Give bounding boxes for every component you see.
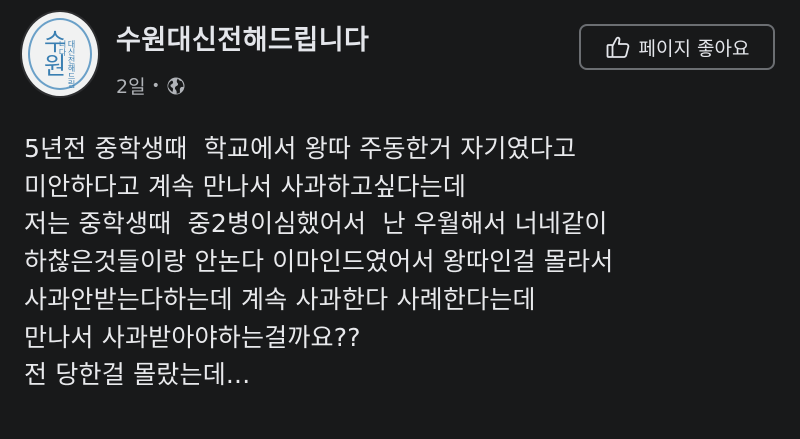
- message-line: 미안하다고 계속 만나서 사과하고싶다는데: [24, 171, 467, 201]
- post-message: 5년전 중학생때 학교에서 왕따 주동한거 자기였다고 미안하다고 계속 만나서…: [24, 130, 784, 394]
- message-line: 만나서 사과받아야하는걸까요??: [24, 322, 361, 352]
- like-page-label: 페이지 좋아요: [638, 37, 750, 60]
- globe-icon: [167, 77, 185, 94]
- facebook-post: 수원 대신전해드립니다 수원대신전해드립니다 2일 • 페이지 좋아요 5년전 …: [0, 0, 800, 439]
- page-avatar[interactable]: 수원 대신전해드립니다: [20, 10, 100, 98]
- message-line: 하찮은것들이랑 안논다 이마인드였어서 왕따인걸 몰라서: [24, 247, 614, 277]
- message-line: 전 당한걸 몰랐는데...: [24, 360, 251, 390]
- page-name[interactable]: 수원대신전해드립니다: [116, 18, 369, 57]
- like-page-button[interactable]: 페이지 좋아요: [579, 24, 775, 70]
- message-line: 5년전 중학생때 학교에서 왕따 주동한거 자기였다고: [24, 134, 577, 163]
- avatar-logo-ring: 수원 대신전해드립니다: [28, 18, 92, 90]
- message-line: 저는 중학생때 중2병이심했어서 난 우월해서 너네같이: [24, 209, 608, 239]
- thumbs-up-icon: [606, 36, 629, 58]
- post-timestamp[interactable]: 2일: [116, 72, 146, 99]
- meta-separator: •: [151, 77, 160, 94]
- post-meta: 2일 •: [116, 72, 186, 99]
- avatar-logo-subtext: 대신전해드립니다: [58, 40, 76, 88]
- message-line: 사과안받는다하는데 계속 사과한다 사례한다는데: [24, 284, 536, 314]
